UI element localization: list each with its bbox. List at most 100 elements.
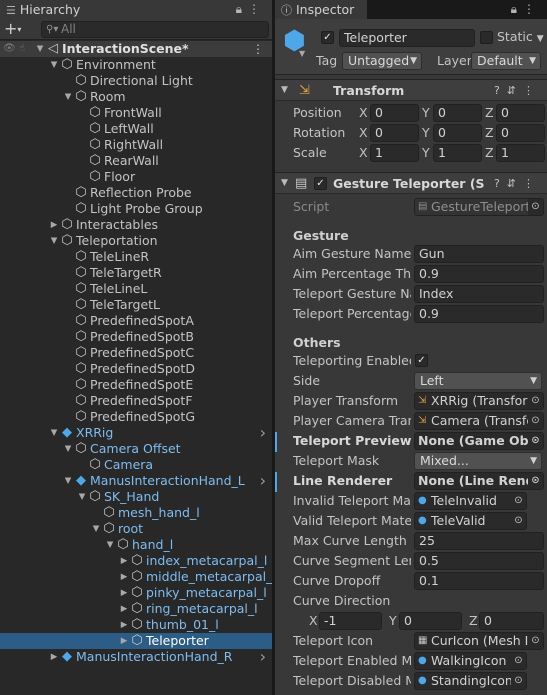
- rotation-z-axis-label[interactable]: Z: [485, 124, 494, 142]
- prefab-open-chevron-icon[interactable]: ›: [260, 473, 266, 489]
- hierarchy-row[interactable]: ⬡ TeleTargetL: [0, 297, 272, 313]
- collapse-arrow-icon[interactable]: ▶: [119, 553, 129, 569]
- expand-arrow-icon[interactable]: ▼: [49, 57, 59, 73]
- curve-segment-field[interactable]: 0.5: [414, 552, 544, 570]
- hierarchy-row[interactable]: ⬡ PredefinedSpotA: [0, 313, 272, 329]
- scale-x-field[interactable]: 1: [370, 144, 419, 162]
- hierarchy-row[interactable]: ▼ ◆ XRRig ›: [0, 425, 272, 441]
- hierarchy-row[interactable]: ⬡ PredefinedSpotC: [0, 345, 272, 361]
- hierarchy-row[interactable]: ▼ ⬡ Environment: [0, 57, 272, 73]
- help-icon[interactable]: ?: [494, 177, 507, 190]
- hierarchy-row[interactable]: ▼ ⬡ Room: [0, 89, 272, 105]
- hierarchy-row-selected[interactable]: ▶ ⬡ Teleporter: [0, 633, 272, 649]
- scale-z-field[interactable]: 1: [496, 144, 545, 162]
- hierarchy-row[interactable]: ▼ ⬡ root: [0, 521, 272, 537]
- expand-arrow-icon[interactable]: ▼: [49, 425, 59, 441]
- static-checkbox[interactable]: [480, 31, 493, 44]
- scale-x-axis-label[interactable]: X: [359, 144, 368, 162]
- object-picker-icon[interactable]: ⊙: [528, 433, 543, 449]
- help-icon[interactable]: ?: [494, 84, 507, 97]
- gesture-teleporter-header[interactable]: ▼ ▤ ✓ Gesture Teleporter (Scrip ?⇵⋮: [275, 172, 547, 194]
- expand-arrow-icon[interactable]: ▼: [105, 537, 115, 553]
- hierarchy-row[interactable]: ⬡ mesh_hand_l: [0, 505, 272, 521]
- transform-header[interactable]: ▼ ⇲ Transform ?⇵⋮: [275, 79, 547, 101]
- hierarchy-row[interactable]: ⬡ Camera: [0, 457, 272, 473]
- scale-z-axis-label[interactable]: Z: [485, 144, 494, 162]
- hierarchy-row[interactable]: ▼ ◆ ManusInteractionHand_L ›: [0, 473, 272, 489]
- object-picker-icon[interactable]: ⊙: [528, 473, 543, 489]
- curve-dropoff-field[interactable]: 0.1: [414, 572, 544, 590]
- lock-icon[interactable]: 🔒︎: [236, 2, 248, 16]
- object-picker-icon[interactable]: ⊙: [528, 393, 543, 409]
- hierarchy-row[interactable]: ⬡ Reflection Probe: [0, 185, 272, 201]
- hierarchy-row[interactable]: ▼ ⬡ Teleportation: [0, 233, 272, 249]
- hierarchy-row[interactable]: ▶ ⬡ middle_metacarpal_l: [0, 569, 272, 585]
- hierarchy-row[interactable]: ▶ ⬡ thumb_01_l: [0, 617, 272, 633]
- teleport-icon-field[interactable]: ▦ CurIcon (Mesh I ⊙: [414, 632, 544, 650]
- player-camera-field[interactable]: ⇲ Camera (Transfc ⊙: [414, 412, 544, 430]
- foldout-arrow-icon[interactable]: ▼: [281, 173, 288, 194]
- teleporting-enabled-checkbox[interactable]: ✓: [415, 354, 428, 367]
- teleport-gesture-field[interactable]: Index: [414, 285, 544, 303]
- foldout-arrow-icon[interactable]: ▼: [281, 80, 288, 101]
- position-z-axis-label[interactable]: Z: [485, 104, 494, 122]
- curve-dir-y-field[interactable]: 0: [399, 612, 462, 630]
- rotation-z-field[interactable]: 0: [496, 124, 545, 142]
- hierarchy-row[interactable]: ⬡ TeleLineL: [0, 281, 272, 297]
- position-y-axis-label[interactable]: Y: [422, 104, 430, 122]
- scale-y-field[interactable]: 1: [433, 144, 482, 162]
- hierarchy-row[interactable]: ⬡ Light Probe Group: [0, 201, 272, 217]
- hierarchy-row[interactable]: ⬡ PredefinedSpotB: [0, 329, 272, 345]
- hierarchy-row[interactable]: ▼ ⬡ SK_Hand: [0, 489, 272, 505]
- hierarchy-row[interactable]: ⬡ Floor: [0, 169, 272, 185]
- expand-arrow-icon[interactable]: ▼: [63, 89, 73, 105]
- position-y-field[interactable]: 0: [433, 104, 482, 122]
- position-x-field[interactable]: 0: [370, 104, 419, 122]
- object-picker-icon[interactable]: ⊙: [511, 673, 526, 689]
- hierarchy-row[interactable]: ▼ ⬡ Camera Offset: [0, 441, 272, 457]
- expand-arrow-icon[interactable]: ▼: [77, 489, 87, 505]
- position-z-field[interactable]: 0: [496, 104, 545, 122]
- tag-dropdown[interactable]: Untagged ▼: [342, 52, 422, 70]
- object-picker-icon[interactable]: ⊙: [511, 513, 526, 529]
- side-dropdown[interactable]: Left ▼: [414, 372, 542, 390]
- object-picker-icon[interactable]: ⊙: [511, 653, 526, 669]
- teleport-mask-dropdown[interactable]: Mixed... ▼: [414, 452, 542, 470]
- hierarchy-tab[interactable]: ☰ Hierarchy 🔒︎⋮: [0, 0, 272, 19]
- object-picker-icon[interactable]: ⊙: [511, 493, 526, 509]
- hierarchy-row[interactable]: ⬡ PredefinedSpotD: [0, 361, 272, 377]
- collapse-arrow-icon[interactable]: ▶: [49, 649, 59, 665]
- hierarchy-row[interactable]: ⬡ TeleLineR: [0, 249, 272, 265]
- max-curve-length-field[interactable]: 25: [414, 532, 544, 550]
- aim-gesture-name-field[interactable]: Gun: [414, 245, 544, 263]
- expand-arrow-icon[interactable]: ▼: [63, 473, 73, 489]
- hierarchy-row[interactable]: ⬡ PredefinedSpotF: [0, 393, 272, 409]
- component-enabled-checkbox[interactable]: ✓: [314, 177, 327, 190]
- collapse-arrow-icon[interactable]: ▶: [119, 569, 129, 585]
- object-picker-icon[interactable]: ⊙: [528, 413, 543, 429]
- prefab-open-chevron-icon[interactable]: ›: [260, 425, 266, 441]
- preset-icon[interactable]: ⇵: [507, 84, 523, 97]
- hierarchy-row[interactable]: ⬡ FrontWall: [0, 105, 272, 121]
- player-transform-field[interactable]: ⇲ XRRig (Transforr ⊙: [414, 392, 544, 410]
- hierarchy-row[interactable]: ⬡ PredefinedSpotG: [0, 409, 272, 425]
- object-picker-icon[interactable]: ⊙: [528, 633, 543, 649]
- line-renderer-field[interactable]: None (Line Render ⊙: [414, 472, 544, 490]
- collapse-arrow-icon[interactable]: ▶: [119, 585, 129, 601]
- collapse-arrow-icon[interactable]: ▶: [119, 617, 129, 633]
- expand-arrow-icon[interactable]: ▼: [91, 521, 101, 537]
- collapse-arrow-icon[interactable]: ▶: [119, 601, 129, 617]
- inspector-tab[interactable]: ⓘ Inspector: [275, 0, 367, 19]
- hierarchy-row[interactable]: ⬡ PredefinedSpotE: [0, 377, 272, 393]
- kebab-menu-icon[interactable]: ⋮: [523, 177, 541, 190]
- preset-icon[interactable]: ⇵: [507, 177, 523, 190]
- chevron-down-icon[interactable]: ▼: [299, 49, 305, 58]
- collapse-arrow-icon[interactable]: ▶: [49, 217, 59, 233]
- hierarchy-row[interactable]: ⬡ Directional Light: [0, 73, 272, 89]
- hierarchy-row[interactable]: ▼ ⬡ hand_l: [0, 537, 272, 553]
- collapse-arrow-icon[interactable]: ▶: [119, 633, 129, 649]
- invalid-material-field[interactable]: ● TeleInvalid ⊙: [414, 492, 527, 510]
- rotation-y-field[interactable]: 0: [433, 124, 482, 142]
- expand-arrow-icon[interactable]: ▼: [49, 233, 59, 249]
- teleport-percentage-field[interactable]: 0.9: [414, 305, 544, 323]
